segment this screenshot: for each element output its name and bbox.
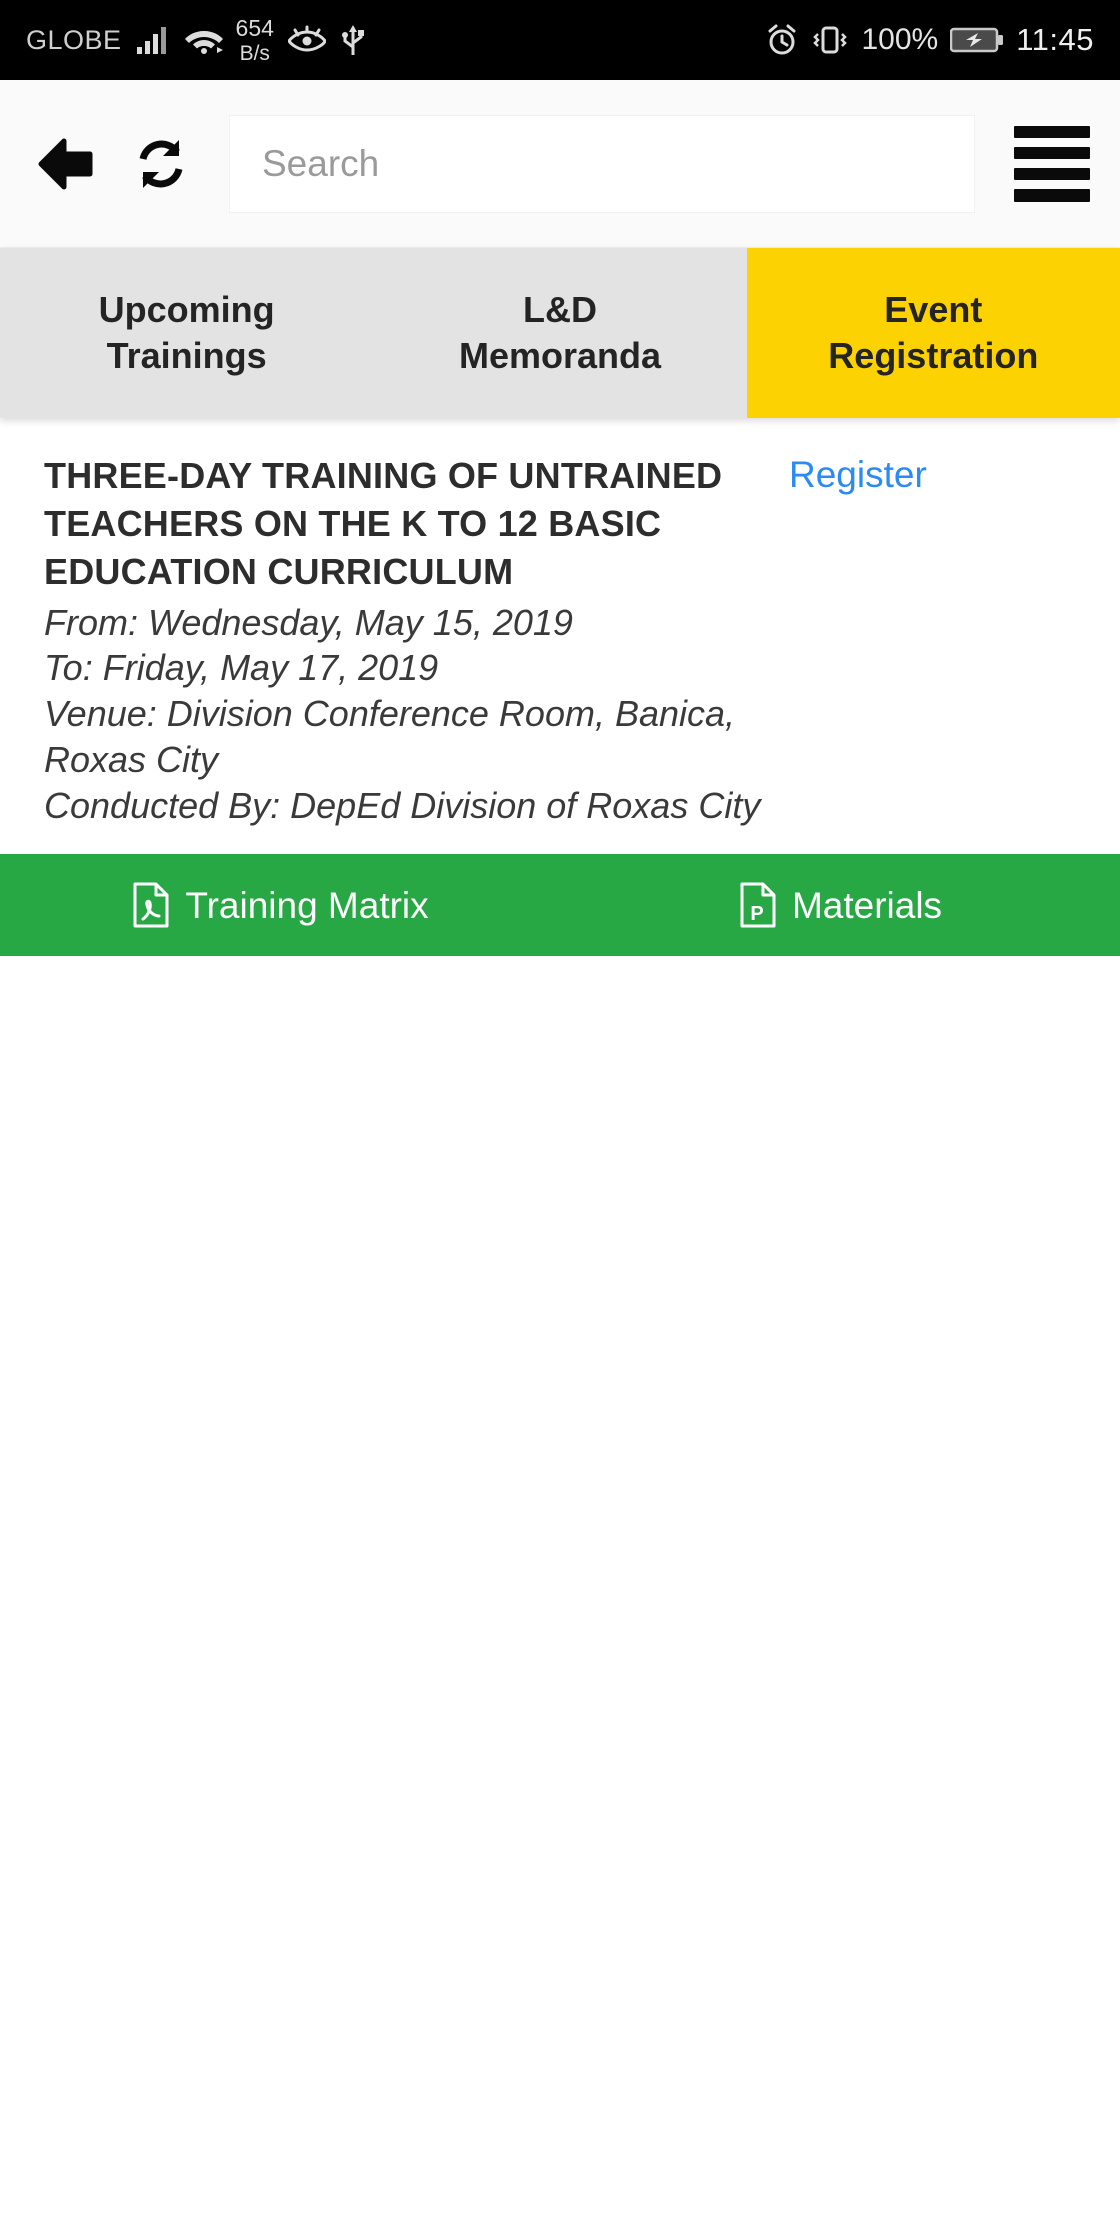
svg-text:P: P <box>750 903 763 925</box>
empty-content-area <box>0 956 1120 2240</box>
status-bar-left: GLOBE 654 B/s <box>26 14 366 65</box>
hamburger-bar <box>1014 146 1090 159</box>
event-title: THREE-DAY TRAINING OF UNTRAINED TEACHERS… <box>44 455 723 592</box>
materials-button[interactable]: P Materials <box>560 882 1120 928</box>
tab-label-line1: Event <box>884 288 983 330</box>
battery-charging-icon <box>950 25 1004 55</box>
event-conducted-by: Conducted By: DepEd Division of Roxas Ci… <box>44 784 761 826</box>
hamburger-bar <box>1014 168 1090 181</box>
status-bar: GLOBE 654 B/s 100% 11:45 <box>0 0 1120 80</box>
tab-bar: Upcoming Trainings L&D Memoranda Event R… <box>0 248 1120 418</box>
event-details: From: Wednesday, May 15, 2019 To: Friday… <box>44 600 1076 829</box>
event-card-header: THREE-DAY TRAINING OF UNTRAINED TEACHERS… <box>44 452 1076 596</box>
event-venue: Venue: Division Conference Room, Banica,… <box>44 693 736 780</box>
attachment-action-bar: Training Matrix P Materials <box>0 854 1120 957</box>
app-toolbar <box>0 80 1120 248</box>
wifi-icon <box>184 25 224 55</box>
tab-upcoming-trainings[interactable]: Upcoming Trainings <box>0 248 373 418</box>
tab-label-line2: Registration <box>828 335 1039 376</box>
usb-icon <box>340 23 366 57</box>
hamburger-menu-icon[interactable] <box>1014 125 1090 202</box>
network-speed-indicator: 654 B/s <box>235 14 274 65</box>
back-arrow-icon <box>34 135 96 193</box>
register-link[interactable]: Register <box>789 452 927 496</box>
cellular-signal-icon <box>136 25 170 55</box>
network-speed-unit: B/s <box>239 41 270 65</box>
tab-ld-memoranda[interactable]: L&D Memoranda <box>373 248 746 418</box>
refresh-button[interactable] <box>126 129 196 199</box>
status-bar-right: 100% 11:45 <box>765 22 1094 58</box>
battery-percent-label: 100% <box>861 23 939 56</box>
pdf-file-icon <box>131 882 171 928</box>
hamburger-bar <box>1014 125 1090 138</box>
training-matrix-button[interactable]: Training Matrix <box>0 882 560 928</box>
tab-label-line2: Trainings <box>106 335 267 376</box>
alarm-clock-icon <box>765 23 799 57</box>
tab-event-registration[interactable]: Event Registration <box>746 248 1120 418</box>
tab-label-line1: L&D <box>522 288 597 330</box>
event-card: THREE-DAY TRAINING OF UNTRAINED TEACHERS… <box>0 418 1120 855</box>
event-from-date: From: Wednesday, May 15, 2019 <box>44 601 573 643</box>
search-field-wrapper[interactable] <box>230 115 974 212</box>
carrier-label: GLOBE <box>26 24 122 55</box>
vibrate-icon <box>811 24 849 56</box>
materials-label: Materials <box>791 884 943 926</box>
refresh-icon <box>132 134 190 194</box>
training-matrix-label: Training Matrix <box>185 884 429 926</box>
status-bar-clock: 11:45 <box>1016 22 1094 57</box>
event-to-date: To: Friday, May 17, 2019 <box>44 647 439 689</box>
network-speed-value: 654 <box>235 14 274 41</box>
tab-label-line1: Upcoming <box>98 288 275 330</box>
powerpoint-file-icon: P <box>738 882 778 928</box>
back-button[interactable] <box>30 129 100 199</box>
eye-care-icon <box>287 25 326 55</box>
mobile-screen: GLOBE 654 B/s 100% 11:45 Search Upcoming… <box>0 0 1120 2240</box>
tab-label-line2: Memoranda <box>458 335 662 376</box>
search-input[interactable] <box>262 142 942 185</box>
hamburger-bar <box>1014 189 1090 202</box>
